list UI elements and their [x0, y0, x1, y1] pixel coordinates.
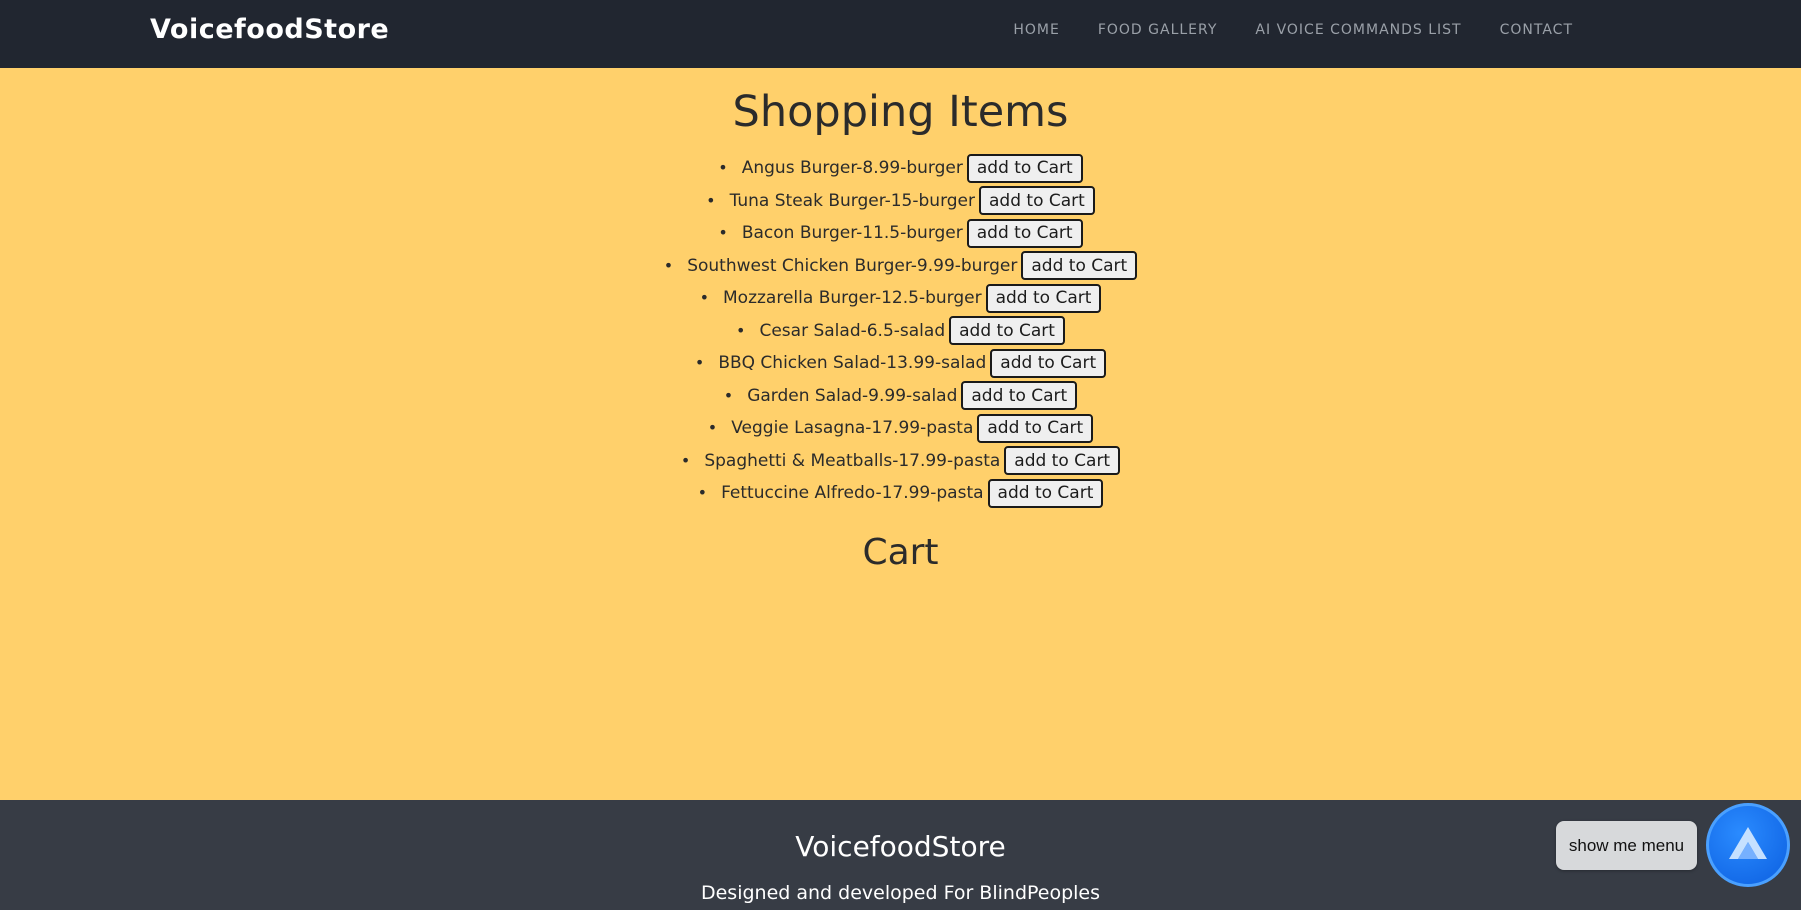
footer-subtitle: Designed and developed For BlindPeoples: [700, 882, 1101, 904]
assistant-hint-button[interactable]: show me menu: [1556, 821, 1697, 870]
list-item: Spaghetti & Meatballs-17.99-pasta add to…: [0, 445, 1801, 478]
item-label: Angus Burger-8.99-burger: [741, 158, 963, 178]
navbar: VoicefoodStore HOME FOOD GALLERY AI VOIC…: [0, 0, 1801, 68]
add-to-cart-button[interactable]: add to Cart: [1021, 251, 1138, 281]
add-to-cart-button[interactable]: add to Cart: [1004, 446, 1121, 476]
list-item: Veggie Lasagna-17.99-pasta add to Cart: [0, 412, 1801, 445]
item-label: Bacon Burger-11.5-burger: [741, 223, 963, 243]
footer: VoicefoodStore Designed and developed Fo…: [0, 800, 1801, 910]
item-label: Southwest Chicken Burger-9.99-burger: [687, 255, 1018, 276]
item-label: Veggie Lasagna-17.99-pasta: [731, 418, 974, 438]
list-item: Tuna Steak Burger-15-burger add to Cart: [0, 185, 1801, 218]
add-to-cart-button[interactable]: add to Cart: [977, 413, 1094, 443]
item-label: Cesar Salad-6.5-salad: [759, 320, 946, 341]
shopping-items-list: Angus Burger-8.99-burger add to Cart Tun…: [0, 152, 1801, 510]
item-label: BBQ Chicken Salad-13.99-salad: [718, 353, 987, 373]
page-title: Shopping Items: [732, 87, 1069, 137]
nav-link-food-gallery[interactable]: FOOD GALLERY: [1098, 22, 1218, 38]
add-to-cart-button[interactable]: add to Cart: [987, 478, 1104, 508]
list-item: Angus Burger-8.99-burger add to Cart: [0, 152, 1801, 185]
list-item: Garden Salad-9.99-salad add to Cart: [0, 380, 1801, 413]
item-label: Garden Salad-9.99-salad: [747, 385, 958, 406]
add-to-cart-button[interactable]: add to Cart: [966, 153, 1083, 183]
add-to-cart-button[interactable]: add to Cart: [949, 316, 1065, 346]
list-item: Southwest Chicken Burger-9.99-burger add…: [0, 250, 1801, 283]
main-content: Shopping Items Angus Burger-8.99-burger …: [0, 68, 1801, 800]
item-label: Spaghetti & Meatballs-17.99-pasta: [704, 450, 1001, 471]
list-item: Mozzarella Burger-12.5-burger add to Car…: [0, 282, 1801, 315]
item-label: Tuna Steak Burger-15-burger: [729, 190, 976, 211]
add-to-cart-button[interactable]: add to Cart: [966, 218, 1083, 248]
add-to-cart-button[interactable]: add to Cart: [961, 381, 1078, 411]
add-to-cart-button[interactable]: add to Cart: [985, 283, 1102, 313]
nav-link-ai-voice-commands[interactable]: AI VOICE COMMANDS LIST: [1255, 22, 1461, 38]
cart-title: Cart: [862, 532, 939, 573]
footer-title: VoicefoodStore: [795, 830, 1006, 863]
alan-ai-icon: [1725, 823, 1771, 868]
list-item: BBQ Chicken Salad-13.99-salad add to Car…: [0, 347, 1801, 380]
add-to-cart-button[interactable]: add to Cart: [979, 186, 1095, 216]
nav-link-home[interactable]: HOME: [1013, 22, 1059, 38]
list-item: Fettuccine Alfredo-17.99-pasta add to Ca…: [0, 477, 1801, 510]
list-item: Cesar Salad-6.5-salad add to Cart: [0, 315, 1801, 348]
voice-assistant-button[interactable]: [1706, 803, 1790, 887]
nav-links: HOME FOOD GALLERY AI VOICE COMMANDS LIST…: [1013, 22, 1573, 38]
nav-link-contact[interactable]: CONTACT: [1500, 22, 1573, 38]
item-label: Fettuccine Alfredo-17.99-pasta: [721, 483, 984, 503]
brand-logo[interactable]: VoicefoodStore: [150, 14, 389, 45]
list-item: Bacon Burger-11.5-burger add to Cart: [0, 217, 1801, 250]
add-to-cart-button[interactable]: add to Cart: [990, 348, 1107, 378]
item-label: Mozzarella Burger-12.5-burger: [723, 288, 982, 308]
